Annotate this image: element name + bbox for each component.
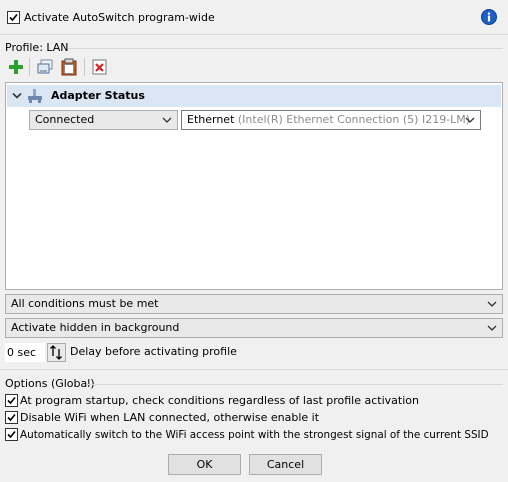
activate-label: Activate AutoSwitch program-wide [24, 11, 215, 24]
option-label: At program startup, check conditions reg… [20, 394, 419, 407]
option-checkbox[interactable] [5, 428, 18, 441]
toolbar-separator [84, 58, 85, 76]
toolbar-separator [29, 58, 30, 76]
status-select[interactable]: Connected [29, 110, 178, 130]
adapter-select-name: Ethernet [187, 113, 235, 126]
condition-group-header[interactable]: Adapter Status [7, 85, 501, 107]
option-checkbox[interactable] [5, 394, 18, 407]
up-down-arrow-icon [50, 345, 62, 360]
activation-mode-select[interactable]: Activate hidden in background [5, 318, 503, 338]
delay-label: Delay before activating profile [70, 345, 237, 358]
chevron-down-icon[interactable] [12, 92, 22, 100]
option-label: Disable WiFi when LAN connected, otherwi… [20, 411, 320, 424]
divider-options [0, 369, 508, 370]
delete-profile-icon[interactable] [91, 58, 109, 76]
delay-stepper[interactable] [47, 343, 66, 362]
delay-input[interactable]: 0 sec [5, 343, 45, 362]
adapter-select[interactable]: Ethernet (Intel(R) Ethernet Connection (… [181, 110, 481, 130]
chevron-down-icon [465, 117, 475, 123]
activation-mode-value: Activate hidden in background [11, 321, 180, 334]
chevron-down-icon [487, 301, 497, 307]
adapter-select-detail: (Intel(R) Ethernet Connection (5) I219-L… [237, 113, 471, 126]
copy-profile-icon[interactable] [36, 58, 54, 76]
options-title: Options (Global) [5, 377, 95, 390]
ok-button[interactable]: OK [168, 454, 241, 475]
info-icon[interactable] [481, 9, 497, 25]
chevron-down-icon [487, 325, 497, 331]
option-label: Automatically switch to the WiFi access … [20, 429, 489, 441]
cancel-button[interactable]: Cancel [249, 454, 322, 475]
activate-checkbox[interactable] [7, 11, 20, 24]
option-checkbox[interactable] [5, 411, 18, 424]
divider-top [0, 34, 508, 35]
profile-label: Profile: LAN [5, 41, 69, 54]
options-divider [86, 384, 503, 385]
add-icon[interactable] [7, 58, 25, 76]
condition-group-title: Adapter Status [51, 89, 145, 102]
conditions-mode-select[interactable]: All conditions must be met [5, 294, 503, 314]
delay-value: 0 sec [7, 346, 37, 359]
profile-divider [68, 48, 503, 49]
status-select-value: Connected [35, 113, 95, 126]
paste-profile-icon[interactable] [60, 58, 78, 76]
network-adapter-icon [28, 89, 42, 103]
chevron-down-icon [162, 117, 172, 123]
conditions-panel[interactable]: Adapter Status Connected Ethernet (Intel… [5, 82, 503, 290]
conditions-mode-value: All conditions must be met [11, 297, 159, 310]
